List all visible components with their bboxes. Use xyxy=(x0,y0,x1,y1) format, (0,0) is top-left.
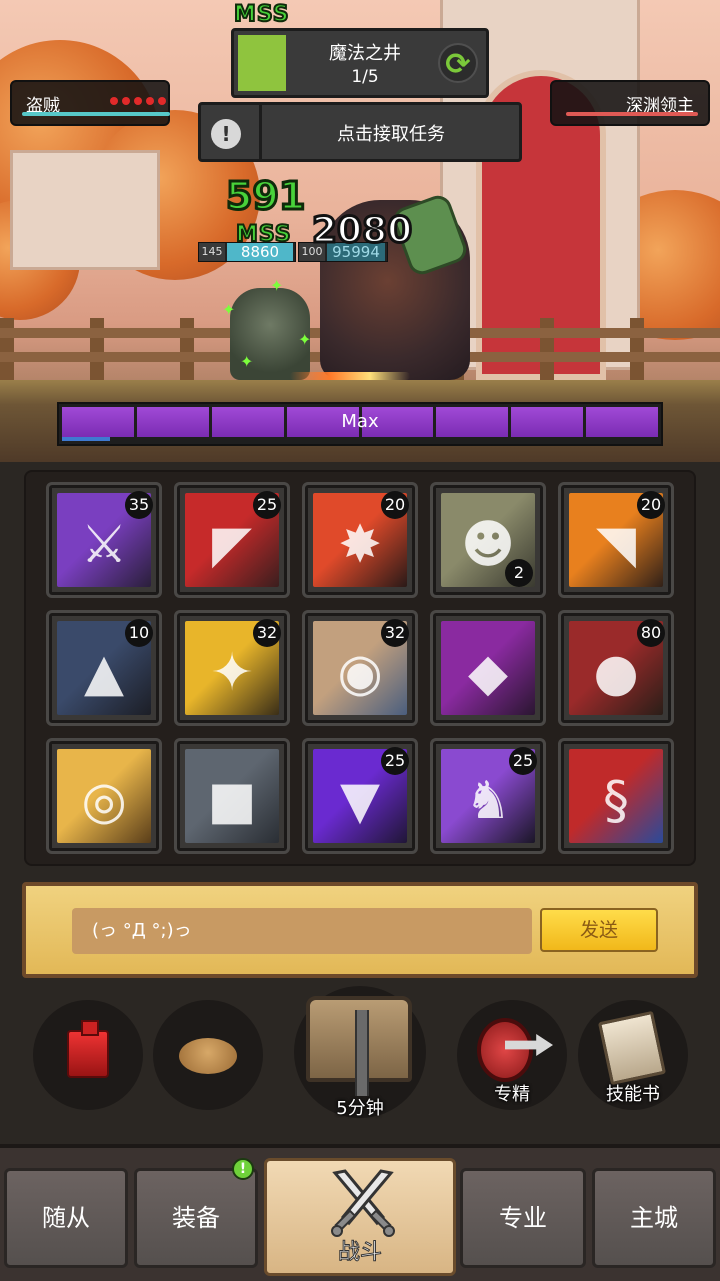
skill-slot-red-slash[interactable]: ◤ 25 xyxy=(174,482,290,598)
skill-grid: ⚔ 35 ◤ 25 ✸ 20 ☻ 2 ◥ 20 ▲ 10 ✦ 32 ◉ 32 ◆ ● 80 ◎ ■ ▼ 25 ♞ 25 § xyxy=(24,470,696,866)
alert-icon: ! xyxy=(232,1158,254,1180)
skill-slot-purple-dagger[interactable]: ▼ 25 xyxy=(302,738,418,854)
sparkle-effect: ✦ xyxy=(298,330,312,349)
sparkle-effect: ✦ xyxy=(222,300,236,319)
skill-level-badge: 35 xyxy=(125,491,153,519)
treasure-chest-button[interactable]: 5分钟 xyxy=(294,986,426,1119)
skill-slot-stone-golem[interactable]: ■ xyxy=(174,738,290,854)
battle-scene: ✦ ✦ ✦ ✦ 盗贼 深渊领主 魔法之井 1/5 ! 点击接取任务 MSS 59… xyxy=(0,0,720,462)
skill-level-badge: 20 xyxy=(637,491,665,519)
crossed-swords-icon xyxy=(331,1169,395,1237)
skill-slot-orange-blade[interactable]: ◥ 20 xyxy=(558,482,674,598)
skill-slot-masked-rogue[interactable]: ☻ 2 xyxy=(430,482,546,598)
skill-level-badge: 25 xyxy=(253,491,281,519)
chest-timer-label: 5分钟 xyxy=(336,1098,384,1119)
accept-task-button[interactable]: ! 点击接取任务 xyxy=(198,102,522,162)
damage-floating-text: 2080 xyxy=(310,209,413,253)
skill-level-badge: 25 xyxy=(509,747,537,775)
quest-tracker[interactable]: 魔法之井 1/5 xyxy=(231,28,489,98)
skill-level-badge: 20 xyxy=(381,491,409,519)
skill-slot-green-serpent[interactable]: § xyxy=(558,738,674,854)
hero-hp-value: 8860 xyxy=(227,243,293,261)
chat-panel: 发送 xyxy=(22,882,698,978)
skill-level-badge: 32 xyxy=(253,619,281,647)
energy-label: Max xyxy=(341,411,379,432)
miss-floating-text: MSS xyxy=(233,1,290,28)
quest-progress: 1/5 xyxy=(351,67,379,87)
slash-effect xyxy=(290,372,410,380)
alert-icon: ! xyxy=(211,119,241,149)
stone-golem-icon: ■ xyxy=(185,749,279,843)
elite-icon xyxy=(477,1018,533,1082)
tab-city[interactable]: 主城 xyxy=(592,1168,716,1268)
potion-icon xyxy=(67,1020,109,1078)
skill-slot-hooded-shadow[interactable]: ▲ 10 xyxy=(46,610,162,726)
boss-status-panel[interactable]: 深渊领主 xyxy=(550,80,710,126)
bottom-nav: 随从 装备 战斗 专业 主城 xyxy=(0,1144,720,1281)
chat-input[interactable] xyxy=(72,908,532,954)
skill-slot-red-sack[interactable]: ● 80 xyxy=(558,610,674,726)
skill-book-button[interactable]: 技能书 xyxy=(578,1000,688,1110)
purple-mask-icon: ◆ xyxy=(441,621,535,715)
energy-subbar xyxy=(62,437,110,441)
elite-label: 专精 xyxy=(494,1084,530,1105)
accept-task-label: 点击接取任务 xyxy=(337,124,445,145)
combo-dots xyxy=(110,97,166,105)
potion-button[interactable] xyxy=(33,1000,143,1110)
hero-hp-bar: 145 8860 xyxy=(198,242,296,262)
damage-floating-text: 591 xyxy=(224,173,306,220)
skill-slot-purple-mask[interactable]: ◆ xyxy=(430,610,546,726)
skill-level-badge: 32 xyxy=(381,619,409,647)
combo-dot xyxy=(134,97,142,105)
bread-button[interactable] xyxy=(153,1000,263,1110)
sparkle-effect: ✦ xyxy=(270,276,284,295)
send-button[interactable]: 发送 xyxy=(540,908,658,952)
skill-slot-lightning-sword[interactable]: ⚔ 35 xyxy=(46,482,162,598)
skill-slot-red-burst[interactable]: ✸ 20 xyxy=(302,482,418,598)
background-house xyxy=(10,150,160,270)
energy-bar: Max xyxy=(57,402,663,446)
tab-battle-label: 战斗 xyxy=(337,1240,382,1266)
skill-level-badge: 10 xyxy=(125,619,153,647)
tab-follower[interactable]: 随从 xyxy=(4,1168,128,1268)
skill-level-badge: 80 xyxy=(637,619,665,647)
skill-slot-golden-spiral[interactable]: ◎ xyxy=(46,738,162,854)
hero-level: 145 xyxy=(199,243,225,261)
skill-book-label: 技能书 xyxy=(606,1084,660,1105)
refresh-icon[interactable] xyxy=(438,43,478,83)
quest-progress-fill xyxy=(238,35,286,91)
skill-slot-blue-strike[interactable]: ◉ 32 xyxy=(302,610,418,726)
skill-slot-golden-dagger[interactable]: ✦ 32 xyxy=(174,610,290,726)
combo-dot xyxy=(158,97,166,105)
skill-slot-dark-knight[interactable]: ♞ 25 xyxy=(430,738,546,854)
green-serpent-icon: § xyxy=(569,749,663,843)
sparkle-effect: ✦ xyxy=(240,352,254,371)
skill-level-badge: 25 xyxy=(381,747,409,775)
quest-title: 魔法之井 xyxy=(329,43,401,64)
skill-book-icon xyxy=(597,1010,667,1086)
combo-dot xyxy=(110,97,118,105)
boss-health-bar xyxy=(566,112,698,116)
golden-spiral-icon: ◎ xyxy=(57,749,151,843)
thief-status-panel[interactable]: 盗贼 xyxy=(10,80,170,126)
treasure-chest-icon xyxy=(306,996,412,1096)
thief-health-bar xyxy=(22,112,170,116)
combo-dot xyxy=(122,97,130,105)
bread-icon xyxy=(179,1038,237,1074)
tab-equipment[interactable]: 装备 xyxy=(134,1168,258,1268)
skill-count-badge: 2 xyxy=(505,559,533,587)
divider xyxy=(259,105,262,159)
tab-battle[interactable]: 战斗 xyxy=(264,1158,456,1276)
combo-dot xyxy=(146,97,154,105)
elite-button[interactable]: 专精 xyxy=(457,1000,567,1110)
tab-profession[interactable]: 专业 xyxy=(460,1168,586,1268)
